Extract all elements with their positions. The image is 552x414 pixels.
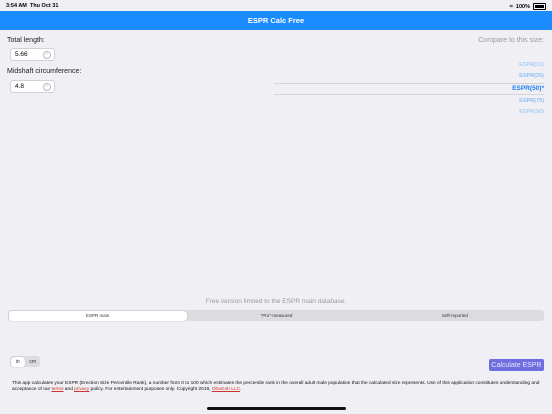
database-selector: ESPR main "Pro"-measured Self-reported [8,310,544,321]
total-length-label: Total length: [7,37,45,44]
clear-icon[interactable]: × [43,50,51,59]
home-indicator[interactable] [207,407,346,410]
picker-item-espr25[interactable]: ESPR(25) [519,73,544,79]
midshaft-value: 4.8 [15,83,25,90]
picker-item-espr10[interactable]: ESPR(10) [519,62,544,68]
picker-item-espr50[interactable]: ESPR(50)* [512,85,544,92]
picker-item-espr75[interactable]: ESPR(75) [519,98,544,104]
terms-link[interactable]: terms [51,387,63,392]
battery-percent: 100% [515,3,530,10]
status-bar: 3:54 AM Thu Oct 31 ≈ 100% [0,0,552,11]
compare-title: Compare to this size: [478,37,544,44]
battery-icon [533,3,546,10]
privacy-link[interactable]: privacy [74,387,89,392]
total-length-value: 5.66 [15,51,28,58]
unit-cm[interactable]: cm [26,356,41,367]
unit-in[interactable]: in [10,356,25,367]
app-title: ESPR Calc Free [247,16,305,25]
segment-self-reported[interactable]: Self-reported [366,310,544,321]
total-length-field[interactable]: 5.66 × [10,48,55,61]
picker-item-espr90[interactable]: ESPR(90) [519,109,544,115]
calculate-espr-button[interactable]: Calculate ESPR [489,359,544,371]
unit-selector: in cm [10,356,40,367]
midshaft-label: Midshaft circumference: [7,68,82,75]
company-link[interactable]: OhaGoh LLC [212,387,240,392]
wifi-icon: ≈ [509,3,513,10]
picker-divider [274,83,544,84]
segment-espr-main[interactable]: ESPR main [8,310,187,321]
status-time: 3:54 AM Thu Oct 31 [6,3,59,9]
free-version-note: Free version limited to the ESPR main da… [205,298,347,305]
picker-divider [274,94,544,95]
segment-pro-measured[interactable]: "Pro"-measured [187,310,365,321]
footer-disclaimer: This app calculates your ESPR (Erection … [12,381,540,392]
midshaft-field[interactable]: 4.8 × [10,80,55,93]
status-right: ≈ 100% [510,3,546,10]
clear-icon[interactable]: × [43,82,51,91]
nav-bar: ESPR Calc Free [0,11,552,30]
